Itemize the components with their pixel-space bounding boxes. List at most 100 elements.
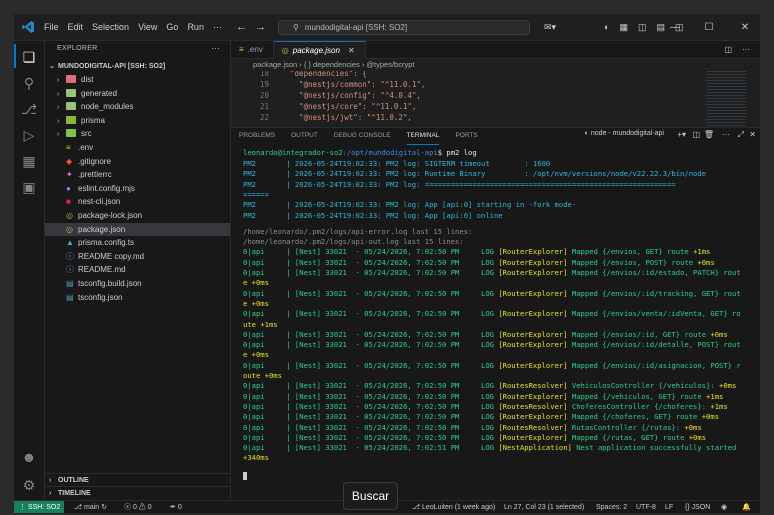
folder-item[interactable]: › prisma — [45, 114, 230, 127]
remote-explorer-icon[interactable]: ▣ — [14, 179, 44, 196]
close-panel-icon[interactable]: ✕ — [749, 130, 756, 139]
copilot-status-icon[interactable]: ◉ — [721, 501, 727, 513]
log-wrap-text: ute +1ms — [243, 319, 278, 329]
file-type-icon: ▲ — [66, 238, 74, 248]
code-text: "@nestjs/config": "^4.0.4", — [281, 91, 421, 100]
file-item[interactable]: ▲ prisma.config.ts — [45, 236, 230, 249]
folder-item[interactable]: › node_modules — [45, 100, 230, 113]
settings-gear-icon[interactable]: ⚙ — [14, 477, 44, 494]
terminal-output[interactable]: leonardo@integrador-so2:/opt/mundodigita… — [231, 146, 760, 501]
log-context: [RoutesResolver] — [498, 401, 568, 411]
file-item[interactable]: ▤ tsconfig.build.json — [45, 277, 230, 290]
file-label: README copy.md — [78, 251, 145, 261]
workspace-root[interactable]: ⌄ MUNDODIGITAL-API [SSH: SO2] — [45, 60, 230, 73]
log-prefix: 0|api | [Nest] 33021 - 05/24/2026, 7:02:… — [243, 412, 499, 422]
split-editor-icon[interactable]: ◫ — [724, 41, 732, 58]
timeline-section[interactable]: › TIMELINE — [45, 486, 230, 500]
command-center[interactable]: ⚲ mundodigital-api [SSH: SO2] — [277, 19, 530, 35]
menu-file[interactable]: File — [44, 22, 59, 32]
file-item[interactable]: ◆ .gitignore — [45, 155, 230, 168]
file-item[interactable]: ⓘ README.md — [45, 263, 230, 276]
pm2-line-text: PM2 | 2026-05-24T19:02:33: PM2 log: SIGT… — [243, 159, 551, 168]
file-item[interactable]: ⓘ README copy.md — [45, 250, 230, 263]
language-mode[interactable]: {} JSON — [685, 501, 710, 513]
folder-label: prisma — [81, 115, 106, 125]
account-icon[interactable]: ☻ — [14, 449, 44, 465]
layout-icon[interactable]: ▦ — [619, 22, 628, 33]
folder-icon — [66, 102, 76, 111]
encoding[interactable]: UTF-8 — [636, 501, 656, 513]
folder-item[interactable]: › src — [45, 127, 230, 140]
extensions-icon[interactable]: ▦ — [14, 153, 44, 170]
minimap[interactable] — [706, 71, 746, 127]
menu-go[interactable]: Go — [166, 22, 178, 32]
menu-more[interactable]: ··· — [213, 22, 222, 32]
terminal-cursor — [243, 471, 247, 480]
terminal-selector[interactable]: ◐ node - mundodigital-api — [585, 130, 664, 137]
tab-problems[interactable]: PROBLEMS — [239, 128, 275, 144]
tab-output[interactable]: OUTPUT — [291, 128, 318, 144]
menu-edit[interactable]: Edit — [68, 22, 84, 32]
forward-arrow-icon[interactable]: → — [255, 21, 266, 33]
pm2-line-text: ====== — [243, 189, 269, 199]
editor-more-icon[interactable]: ··· — [742, 41, 750, 58]
code-text: "@nestjs/common": "^11.0.1", — [281, 80, 426, 89]
menu-selection[interactable]: Selection — [92, 22, 129, 32]
folder-item[interactable]: › dist — [45, 73, 230, 86]
minimize-button[interactable]: — — [660, 14, 690, 40]
menu-view[interactable]: View — [138, 22, 157, 32]
more-actions-icon[interactable]: ··· — [211, 43, 220, 53]
file-item[interactable]: ≡ .env — [45, 141, 230, 154]
log-message: RutasController {/rutas}: — [571, 422, 681, 432]
git-blame[interactable]: ⎇ LeoLuiten (1 week ago) — [412, 501, 495, 513]
cursor-position[interactable]: Ln 27, Col 23 (1 selected) — [504, 501, 584, 513]
branch-item[interactable]: ⎇ main ↻ — [74, 501, 107, 513]
close-button[interactable]: ✕ — [730, 14, 760, 40]
file-item[interactable]: ◎ package.json — [45, 222, 230, 236]
file-item[interactable]: ◎ package-lock.json — [45, 209, 230, 222]
log-message: Mapped {/choferes, GET} route — [571, 412, 698, 422]
toggle-sidebar-icon[interactable]: ◫ — [638, 22, 647, 33]
indentation[interactable]: Spaces: 2 — [596, 501, 627, 513]
sync-icon[interactable]: ↻ — [101, 504, 107, 511]
problems-indicator[interactable]: ⓧ 0 ⚠ 0 — [124, 501, 152, 513]
file-item[interactable]: ▤ tsconfig.json — [45, 291, 230, 304]
eol[interactable]: LF — [665, 501, 673, 513]
blame-icon: ⎇ — [412, 504, 421, 511]
back-arrow-icon[interactable]: ← — [236, 21, 247, 33]
file-item[interactable]: ✦ .prettierrc — [45, 168, 230, 181]
notifications-bell-icon[interactable]: 🔔 — [742, 501, 751, 513]
folder-label: generated — [81, 88, 118, 98]
remote-indicator[interactable]: ⋮ SSH: SO2 — [14, 501, 64, 513]
breadcrumb[interactable]: package.json › { } dependencies › @types… — [231, 59, 760, 71]
source-control-icon[interactable]: ⎇ — [14, 101, 44, 118]
tab-package-json[interactable]: ◎ package.json ✕ — [273, 41, 366, 59]
menu-run[interactable]: Run — [187, 22, 204, 32]
split-terminal-icon[interactable]: ◫ — [692, 130, 700, 139]
maximize-button[interactable]: ☐ — [694, 14, 724, 40]
file-label: .env — [78, 143, 94, 152]
file-item[interactable]: ● eslint.config.mjs — [45, 182, 230, 195]
maximize-panel-icon[interactable]: ⤢ — [738, 130, 744, 140]
close-tab-icon[interactable]: ✕ — [348, 46, 355, 55]
tab-env[interactable]: ≡ .env — [231, 41, 274, 58]
pm2-line-text: PM2 | 2026-05-24T19:02:33: PM2 log: ====… — [243, 179, 676, 189]
ports-indicator[interactable]: ✒ 0 — [170, 501, 182, 513]
tab-debug-console[interactable]: DEBUG CONSOLE — [334, 128, 391, 144]
folder-icon — [66, 115, 76, 124]
explorer-icon[interactable]: ❏ — [14, 44, 44, 68]
log-prefix: 0|api | [Nest] 33021 - 05/24/2026, 7:02:… — [243, 340, 499, 350]
tab-ports[interactable]: PORTS — [455, 128, 477, 144]
file-item[interactable]: ■ nest-cli.json — [45, 195, 230, 208]
accounts-icon[interactable]: ◐ — [604, 22, 609, 32]
code-view[interactable]: 18 "dependencies": {19 "@nestjs/common":… — [231, 71, 760, 127]
search-view-icon[interactable]: ⚲ — [14, 75, 44, 92]
run-debug-icon[interactable]: ▷ — [14, 127, 44, 144]
copilot-icon[interactable]: ✉▾ — [544, 22, 556, 33]
trash-icon[interactable]: 🗑 — [704, 130, 714, 139]
folder-item[interactable]: › generated — [45, 87, 230, 100]
panel-more-icon[interactable]: ··· — [722, 130, 730, 139]
new-terminal-icon[interactable]: +▾ — [677, 130, 686, 139]
tab-terminal[interactable]: TERMINAL — [406, 128, 440, 145]
outline-section[interactable]: › OUTLINE — [45, 473, 230, 487]
